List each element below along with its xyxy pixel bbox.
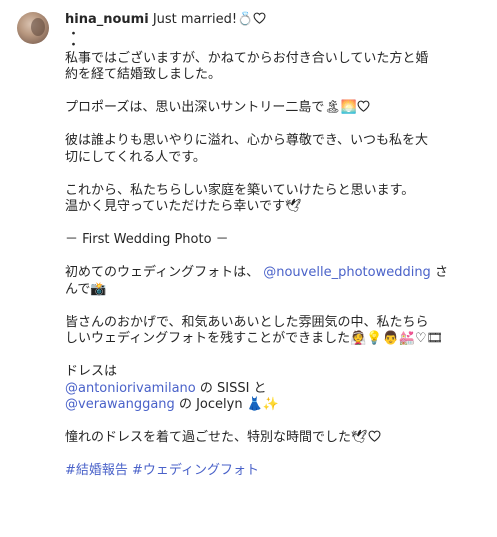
caption-line: プロポーズは、思い出深いサントリー二島で🏝🌅 bbox=[65, 100, 487, 117]
caption-line: 皆さんのおかげで、和気あいあいとした雰囲気の中、私たちら bbox=[65, 314, 429, 330]
caption-line: 温かく見守っていただけたら幸いです🕊 bbox=[65, 199, 302, 214]
caption-line: 彼は誰よりも思いやりに溢れ、心から尊敬でき、いつも私を大 bbox=[65, 133, 428, 148]
caption-line: ドレスは bbox=[65, 364, 118, 379]
caption-line: これから、私たちらしい家庭を築いていけたらと思います。 bbox=[65, 182, 415, 198]
caption-line: 初めてのウェディングフォトは、 @nouvelle_photowedding さ bbox=[65, 265, 448, 280]
caption-line: @antoniorivamilano の SISSI と bbox=[65, 380, 267, 396]
caption-line: しいウェディングフォトを残すことができました👰💡👨💒♡🎞 bbox=[65, 331, 443, 346]
dress-sparkle-icon: 👗✨ bbox=[246, 397, 280, 412]
mention-link-antoniorivamilano[interactable]: @antoniorivamilano bbox=[65, 381, 196, 396]
wedding-emoji-icons: 👰💡👨💒♡🎞 bbox=[350, 331, 443, 346]
bullet-dot: ・ bbox=[67, 37, 81, 53]
mention-link-photographer[interactable]: @nouvelle_photowedding bbox=[263, 265, 431, 280]
username-link[interactable]: hina_noumi bbox=[65, 12, 149, 27]
dove-icon: 🕊 bbox=[284, 199, 302, 214]
hashtag-links[interactable]: #結婚報告 #ウェディングフォト bbox=[65, 463, 487, 480]
caption-line: 切にしてくれる人です。 bbox=[65, 149, 206, 165]
bullet-dot: ・ bbox=[67, 26, 81, 42]
dove-icon: 🕊 bbox=[351, 430, 368, 445]
caption-line: 約を経て結婚致しました。 bbox=[65, 67, 222, 82]
heart-icon bbox=[357, 100, 370, 112]
heart-icon bbox=[368, 430, 380, 442]
camera-icon: 📸 bbox=[90, 281, 107, 297]
caption-text: hina_noumi Just married!💍 ・・私事ではございますが、かね… bbox=[65, 12, 487, 480]
mention-link-verawanggang[interactable]: @verawanggang bbox=[65, 397, 175, 412]
headline-text: Just married! bbox=[148, 12, 238, 27]
island-sunrise-icon: 🏝🌅 bbox=[324, 100, 358, 115]
heart-icon bbox=[253, 12, 266, 24]
caption-line: 憧れのドレスを着て過ごせた、特別な時間でした🕊 bbox=[65, 430, 487, 447]
caption-headline: hina_noumi Just married!💍 bbox=[65, 12, 487, 29]
caption-line: @verawanggang の Jocelyn 👗✨ bbox=[65, 397, 280, 412]
section-title: － First Wedding Photo － bbox=[65, 232, 229, 247]
ring-icon: 💍 bbox=[237, 12, 254, 27]
user-avatar[interactable] bbox=[17, 12, 49, 44]
caption-line: んで📸 bbox=[65, 281, 107, 297]
caption-line: 私事ではございますが、かねてからお付き合いしていた方と婚 bbox=[65, 50, 429, 66]
